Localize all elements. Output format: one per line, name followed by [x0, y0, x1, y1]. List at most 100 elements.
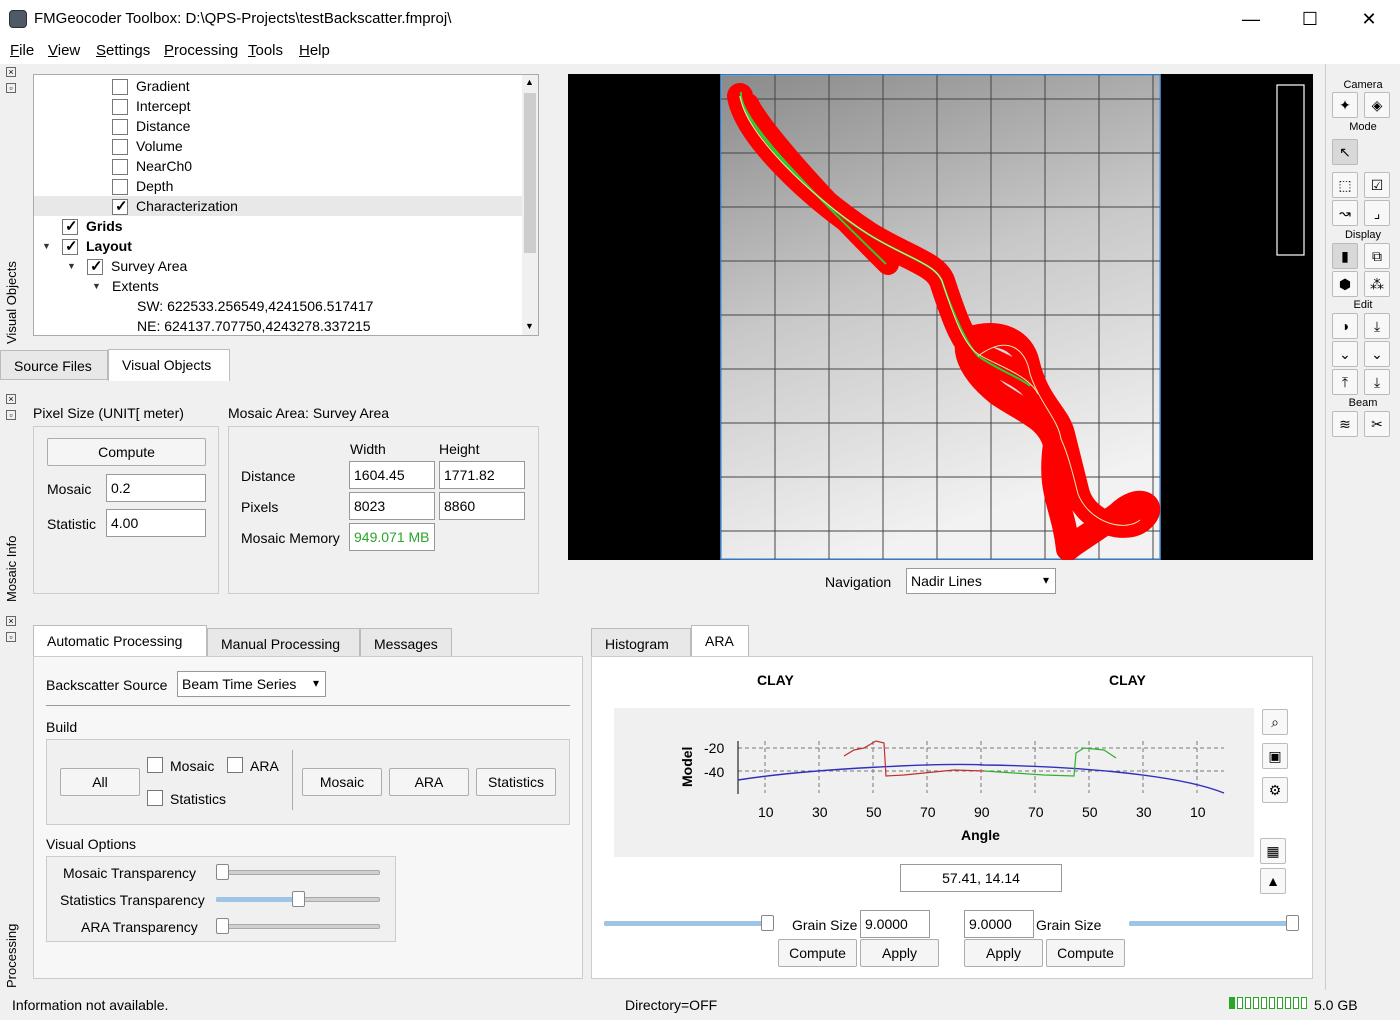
menu-tools[interactable]: Tools: [248, 42, 283, 59]
cube-icon[interactable]: ⬢: [1332, 271, 1358, 297]
tree-item-depth[interactable]: Depth: [112, 178, 173, 195]
scroll-up-icon[interactable]: ▲: [525, 77, 534, 87]
move-bottom-icon[interactable]: ⤓: [1364, 369, 1390, 395]
tree-scrollbar[interactable]: ▲ ▼: [522, 75, 538, 335]
map-view[interactable]: [568, 74, 1313, 560]
navigation-select[interactable]: Nadir Lines: [906, 568, 1056, 594]
path-tool-icon[interactable]: ↝: [1332, 200, 1358, 226]
checkbox[interactable]: [112, 197, 128, 215]
map-canvas[interactable]: [568, 74, 1313, 560]
tree-item-intercept[interactable]: Intercept: [112, 98, 190, 115]
grain-size-right-input[interactable]: 9.0000: [964, 910, 1034, 938]
camera-orbit-icon[interactable]: ◈: [1364, 92, 1390, 118]
build-ara-button[interactable]: ARA: [389, 768, 469, 796]
expand-up-icon[interactable]: ▲: [1260, 868, 1286, 894]
checkbox[interactable]: [112, 179, 128, 195]
menu-view[interactable]: View: [48, 42, 80, 59]
tree-item-grids[interactable]: Grids: [62, 217, 123, 235]
move-top-icon[interactable]: ⤒: [1332, 369, 1358, 395]
backscatter-source-select[interactable]: Beam Time Series: [177, 671, 326, 697]
settings-icon[interactable]: ⚙: [1262, 777, 1288, 803]
table-icon[interactable]: ▦: [1260, 838, 1286, 864]
tree-item-survey-area[interactable]: Survey Area: [87, 257, 187, 275]
tree-item-distance[interactable]: Distance: [112, 118, 190, 135]
checkbox[interactable]: [62, 237, 78, 255]
corner-tool-icon[interactable]: ⌟: [1364, 200, 1390, 226]
select-cursor-icon[interactable]: ↖: [1332, 139, 1358, 165]
maximize-button[interactable]: ☐: [1287, 4, 1333, 34]
tab-source-files[interactable]: Source Files: [0, 350, 108, 380]
ara-checkbox[interactable]: [227, 757, 243, 773]
tree-item-gradient[interactable]: Gradient: [112, 78, 190, 95]
checkbox[interactable]: [112, 79, 128, 95]
checkbox[interactable]: [112, 139, 128, 155]
build-mosaic-button[interactable]: Mosaic: [302, 768, 382, 796]
ara-chart[interactable]: -20 -40 10 30 50 70 90 70 50 30 10 Angle…: [614, 708, 1254, 857]
arrow-down-icon[interactable]: ⌄: [1332, 341, 1358, 367]
layer-icon[interactable]: ⧉: [1364, 243, 1390, 269]
tab-ara[interactable]: ARA: [691, 625, 749, 657]
menu-settings[interactable]: Settings: [96, 42, 150, 59]
checkbox[interactable]: [112, 159, 128, 175]
menu-help[interactable]: Help: [299, 42, 330, 59]
ara-transparency-slider-handle[interactable]: [216, 918, 229, 934]
expand-arrow-icon[interactable]: ▼: [67, 261, 76, 271]
ara-left-slider-handle[interactable]: [761, 915, 774, 931]
dock-close-icon[interactable]: ×: [6, 67, 16, 77]
scroll-thumb[interactable]: [524, 93, 536, 253]
zoom-icon[interactable]: ⌕: [1262, 709, 1288, 735]
tree-item-nearch0[interactable]: NearCh0: [112, 158, 192, 175]
tab-automatic-processing[interactable]: Automatic Processing: [33, 625, 207, 657]
beam-tools-icon[interactable]: ✂: [1364, 411, 1390, 437]
grain-size-left-input[interactable]: 9.0000: [860, 910, 930, 938]
tree-item-extents[interactable]: Extents: [112, 278, 159, 294]
minimap-frame[interactable]: [1276, 84, 1305, 256]
ara-right-slider-handle[interactable]: [1286, 915, 1299, 931]
mosaic-transparency-slider-handle[interactable]: [216, 864, 229, 880]
mosaic-pixel-input[interactable]: 0.2: [106, 474, 206, 502]
download-icon[interactable]: ⤓: [1364, 313, 1390, 339]
mosaic-checkbox[interactable]: [147, 757, 163, 773]
visual-objects-tree[interactable]: Gradient Intercept Distance Volume NearC…: [33, 74, 539, 336]
compute-pixel-size-button[interactable]: Compute: [47, 438, 206, 466]
build-all-button[interactable]: All: [60, 768, 140, 796]
colormap-icon[interactable]: ▮: [1332, 243, 1358, 269]
ara-transparency-slider-track[interactable]: [216, 924, 380, 929]
rect-select-icon[interactable]: ⬚: [1332, 172, 1358, 198]
tab-messages[interactable]: Messages: [360, 628, 452, 658]
arrow-down-alt-icon[interactable]: ⌄: [1364, 341, 1390, 367]
statistics-checkbox[interactable]: [147, 790, 163, 806]
tree-item-volume[interactable]: Volume: [112, 138, 183, 155]
close-button[interactable]: ✕: [1346, 4, 1392, 34]
statistics-transparency-slider-handle[interactable]: [292, 891, 305, 907]
check-select-icon[interactable]: ☑: [1364, 172, 1390, 198]
statistic-pixel-input[interactable]: 4.00: [106, 509, 206, 537]
ara-right-apply-button[interactable]: Apply: [964, 939, 1043, 967]
checkbox[interactable]: [62, 217, 78, 235]
ara-left-apply-button[interactable]: Apply: [860, 939, 939, 967]
minimize-button[interactable]: —: [1228, 4, 1274, 34]
beam-pattern-icon[interactable]: ≋: [1332, 411, 1358, 437]
menu-processing[interactable]: Processing: [164, 42, 238, 59]
contrast-icon[interactable]: ◑: [1332, 313, 1358, 339]
tree-item-characterization[interactable]: Characterization: [112, 197, 238, 215]
ara-left-compute-button[interactable]: Compute: [778, 939, 857, 967]
dock-float-icon[interactable]: ▫: [6, 83, 16, 93]
expand-arrow-icon[interactable]: ▼: [42, 241, 51, 251]
tab-histogram[interactable]: Histogram: [591, 628, 691, 658]
menu-file[interactable]: File: [10, 42, 34, 59]
scroll-down-icon[interactable]: ▼: [525, 321, 534, 331]
mosaic-transparency-slider-track[interactable]: [216, 870, 380, 875]
dock-float-icon[interactable]: ▫: [6, 410, 16, 420]
ara-right-compute-button[interactable]: Compute: [1046, 939, 1125, 967]
checkbox[interactable]: [87, 257, 103, 275]
camera-fly-icon[interactable]: ✦: [1332, 92, 1358, 118]
pattern-icon[interactable]: ⁂: [1364, 271, 1390, 297]
dock-float-icon[interactable]: ▫: [6, 632, 16, 642]
save-icon[interactable]: ▣: [1262, 743, 1288, 769]
checkbox[interactable]: [112, 99, 128, 115]
dock-close-icon[interactable]: ×: [6, 394, 16, 404]
checkbox[interactable]: [112, 119, 128, 135]
tree-item-layout[interactable]: Layout: [62, 237, 132, 255]
tab-visual-objects[interactable]: Visual Objects: [108, 349, 230, 381]
